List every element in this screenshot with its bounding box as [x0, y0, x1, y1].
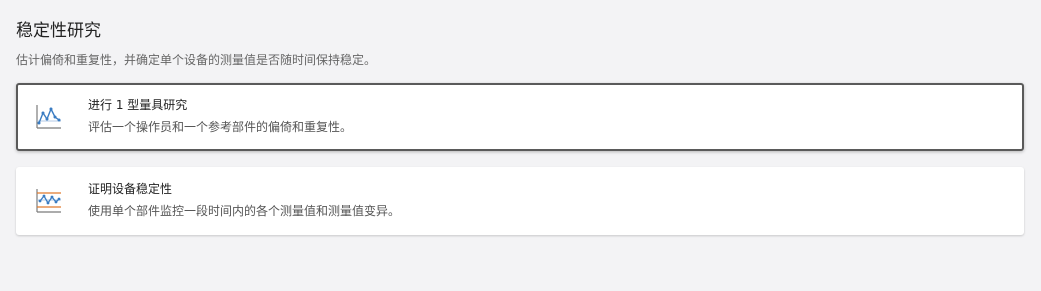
- option-description: 评估一个操作员和一个参考部件的偏倚和重复性。: [88, 120, 353, 134]
- option-type1-gage-study[interactable]: 进行 1 型量具研究 评估一个操作员和一个参考部件的偏倚和重复性。: [16, 83, 1024, 151]
- type1-gage-chart-icon: [34, 103, 62, 131]
- page-title: 稳定性研究: [16, 21, 101, 41]
- option-text: 进行 1 型量具研究 评估一个操作员和一个参考部件的偏倚和重复性。: [88, 97, 352, 135]
- control-chart-icon: [34, 187, 62, 215]
- option-text: 证明设备稳定性 使用单个部件监控一段时间内的各个测量值和测量值变异。: [88, 181, 400, 219]
- page-subtitle: 估计偏倚和重复性，并确定单个设备的测量值是否随时间保持稳定。: [16, 53, 377, 67]
- stability-study-panel: 稳定性研究 估计偏倚和重复性，并确定单个设备的测量值是否随时间保持稳定。 进行 …: [16, 20, 1024, 235]
- option-list: 进行 1 型量具研究 评估一个操作员和一个参考部件的偏倚和重复性。 证明设备稳定…: [16, 83, 1024, 235]
- option-title: 证明设备稳定性: [88, 182, 173, 196]
- option-title: 进行 1 型量具研究: [88, 98, 188, 112]
- option-demonstrate-stability[interactable]: 证明设备稳定性 使用单个部件监控一段时间内的各个测量值和测量值变异。: [16, 167, 1024, 235]
- option-description: 使用单个部件监控一段时间内的各个测量值和测量值变异。: [88, 204, 401, 218]
